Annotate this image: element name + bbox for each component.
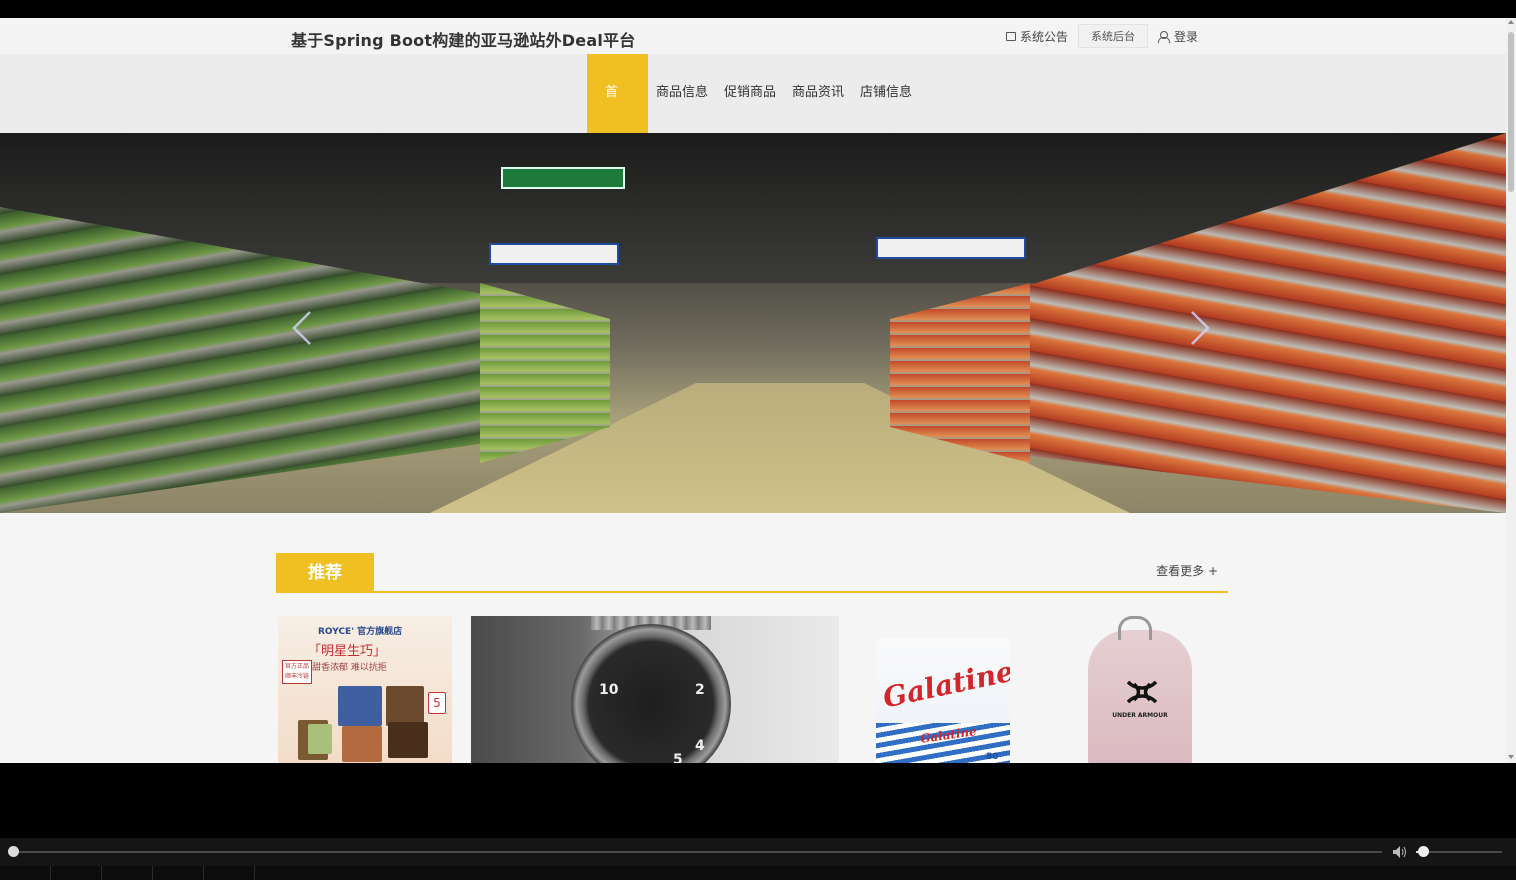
carousel-next-button[interactable] [1188, 308, 1212, 348]
nav-items: 首页 商品信息 促销商品 商品资讯 店铺信息 [587, 54, 920, 178]
royce-box-blue [338, 686, 382, 726]
royce-tag: 官方正品 顺丰冷链 [282, 660, 312, 684]
royce-chocolate-dark [388, 722, 428, 758]
watch-number: 5 [673, 752, 683, 763]
carousel-prev-button[interactable] [290, 308, 314, 348]
product-list: ROYCE' 官方旗舰店 「明星生巧」 甜香浓郁 难以抗拒 官方正品 顺丰冷链 … [276, 616, 1228, 763]
user-icon [1158, 30, 1171, 43]
recommend-title: 推荐 [276, 553, 374, 593]
nav-item-product-news[interactable]: 商品资讯 [784, 54, 852, 133]
royce-price-badge: 5 [428, 692, 446, 714]
taskbar-slot[interactable] [51, 866, 102, 880]
login-link[interactable]: 登录 [1152, 24, 1204, 48]
product-card-watch[interactable]: 10 2 4 5 [471, 616, 839, 763]
taskbar-slot[interactable] [153, 866, 204, 880]
video-controls [0, 838, 1516, 866]
volume-track[interactable] [1416, 851, 1502, 853]
login-label: 登录 [1174, 29, 1199, 44]
royce-sub: 甜香浓郁 难以抗拒 [312, 663, 387, 673]
taskbar-slot[interactable] [0, 866, 51, 880]
exit-sign [501, 167, 625, 189]
recommend-header: 推荐 查看更多 + [276, 553, 1228, 593]
main-nav: 首页 商品信息 促销商品 商品资讯 店铺信息 [0, 54, 1506, 178]
galatine-logo: Galatine [880, 654, 1010, 715]
notice-label: 系统公告 [1020, 29, 1069, 44]
top-header: 基于Spring Boot构建的亚马逊站外Deal平台 系统公告 系统后台 登录 [0, 18, 1506, 54]
progress-track[interactable] [12, 851, 1382, 853]
admin-button[interactable]: 系统后台 [1078, 24, 1149, 48]
watch-number: 10 [599, 682, 619, 698]
nav-item-promotions[interactable]: 促销商品 [716, 54, 784, 133]
nav-item-store-info[interactable]: 店铺信息 [852, 54, 920, 133]
galatine-bag: Galatine Galatine 80 [876, 638, 1010, 763]
banner-carousel [0, 133, 1506, 513]
progress-knob[interactable] [8, 846, 19, 857]
site-title: 基于Spring Boot构建的亚马逊站外Deal平台 [291, 31, 636, 50]
scroll-thumb[interactable] [1508, 32, 1514, 192]
product-card-royce[interactable]: ROYCE' 官方旗舰店 「明星生巧」 甜香浓郁 难以抗拒 官方正品 顺丰冷链 … [278, 616, 452, 763]
royce-box-brown [386, 686, 424, 726]
nav-item-home[interactable]: 首页 [587, 54, 648, 178]
aisle-sign-left [489, 243, 619, 265]
volume-icon[interactable] [1392, 845, 1408, 859]
page-scrollbar[interactable] [1506, 18, 1516, 763]
web-page: 基于Spring Boot构建的亚马逊站外Deal平台 系统公告 系统后台 登录… [0, 18, 1516, 763]
royce-chocolate-green [308, 724, 332, 754]
scroll-up-arrow-icon[interactable] [1508, 20, 1514, 24]
aisle-sign-right [876, 237, 1026, 259]
taskbar-slot[interactable] [102, 866, 153, 880]
product-card-galatine[interactable]: Galatine Galatine 80 [876, 616, 1010, 763]
chevron-left-icon [292, 311, 311, 345]
taskbar [0, 866, 1516, 880]
notice-link[interactable]: 系统公告 [1000, 24, 1074, 48]
galatine-weight: 80 [986, 752, 999, 762]
royce-chocolate-brown [342, 726, 382, 762]
royce-headline: 「明星生巧」 [308, 644, 387, 659]
chevron-right-icon [1191, 311, 1210, 345]
watch-face: 10 2 4 5 [571, 624, 731, 763]
backpack-handle [1118, 616, 1152, 640]
backpack-body: UNDER ARMOUR [1088, 630, 1192, 763]
volume-knob[interactable] [1417, 846, 1429, 857]
under-armour-logo [1126, 680, 1158, 704]
watch-number: 4 [695, 738, 705, 754]
taskbar-slot[interactable] [204, 866, 255, 880]
top-black-bar [0, 0, 1516, 18]
product-card-backpack[interactable]: UNDER ARMOUR [1066, 616, 1206, 763]
nav-item-product-info[interactable]: 商品信息 [648, 54, 716, 133]
view-more-link[interactable]: 查看更多 + [1156, 562, 1218, 579]
backpack-brand: UNDER ARMOUR [1112, 712, 1168, 719]
notice-icon [1006, 31, 1016, 41]
royce-brand: ROYCE' 官方旗舰店 [318, 627, 403, 637]
scroll-down-arrow-icon[interactable] [1508, 755, 1514, 759]
header-links: 系统公告 系统后台 登录 [1000, 24, 1204, 48]
watch-number: 2 [695, 682, 705, 698]
